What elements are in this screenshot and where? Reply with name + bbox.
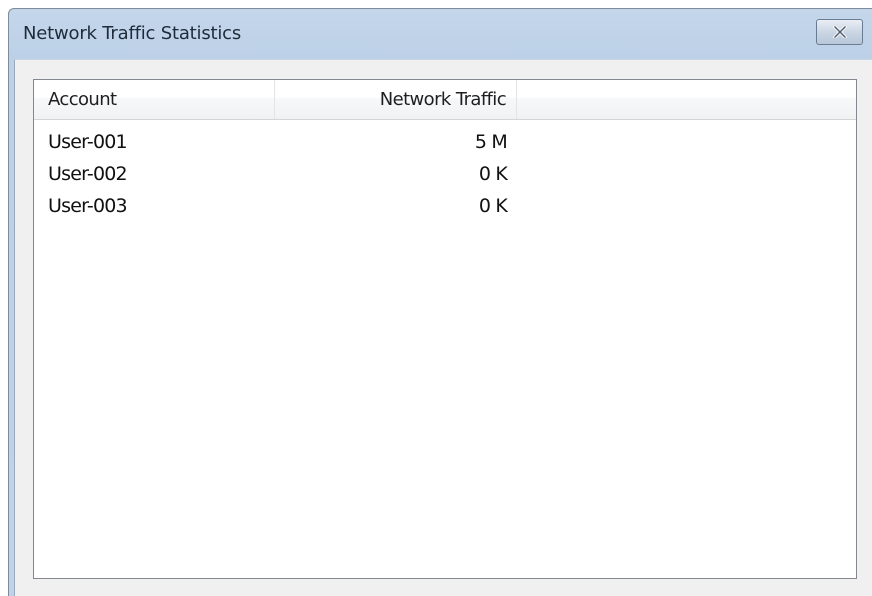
account-cell: User-001 [48,131,128,153]
list-item[interactable]: User-001 5 M [34,126,856,158]
list-header: Account Network Traffic [34,80,856,120]
list-item[interactable]: User-003 0 K [34,190,856,222]
close-x-icon [832,26,847,38]
traffic-cell: 0 K [478,163,508,185]
list-rows: User-001 5 M User-002 0 K User-003 0 K [34,126,856,222]
account-cell: User-002 [48,163,128,185]
column-header-network-traffic[interactable]: Network Traffic [275,80,517,119]
traffic-cell: 0 K [478,195,508,217]
title-bar[interactable]: Network Traffic Statistics [9,9,872,59]
traffic-list[interactable]: Account Network Traffic User-001 5 M Use… [33,79,857,579]
list-item[interactable]: User-002 0 K [34,158,856,190]
dialog-client-area: Account Network Traffic User-001 5 M Use… [14,59,872,596]
account-cell: User-003 [48,195,128,217]
close-button[interactable] [816,19,863,45]
traffic-cell: 5 M [474,131,508,153]
column-header-account[interactable]: Account [34,80,275,119]
window-title: Network Traffic Statistics [23,23,242,44]
network-traffic-dialog: Network Traffic Statistics Account Netwo… [8,8,872,596]
